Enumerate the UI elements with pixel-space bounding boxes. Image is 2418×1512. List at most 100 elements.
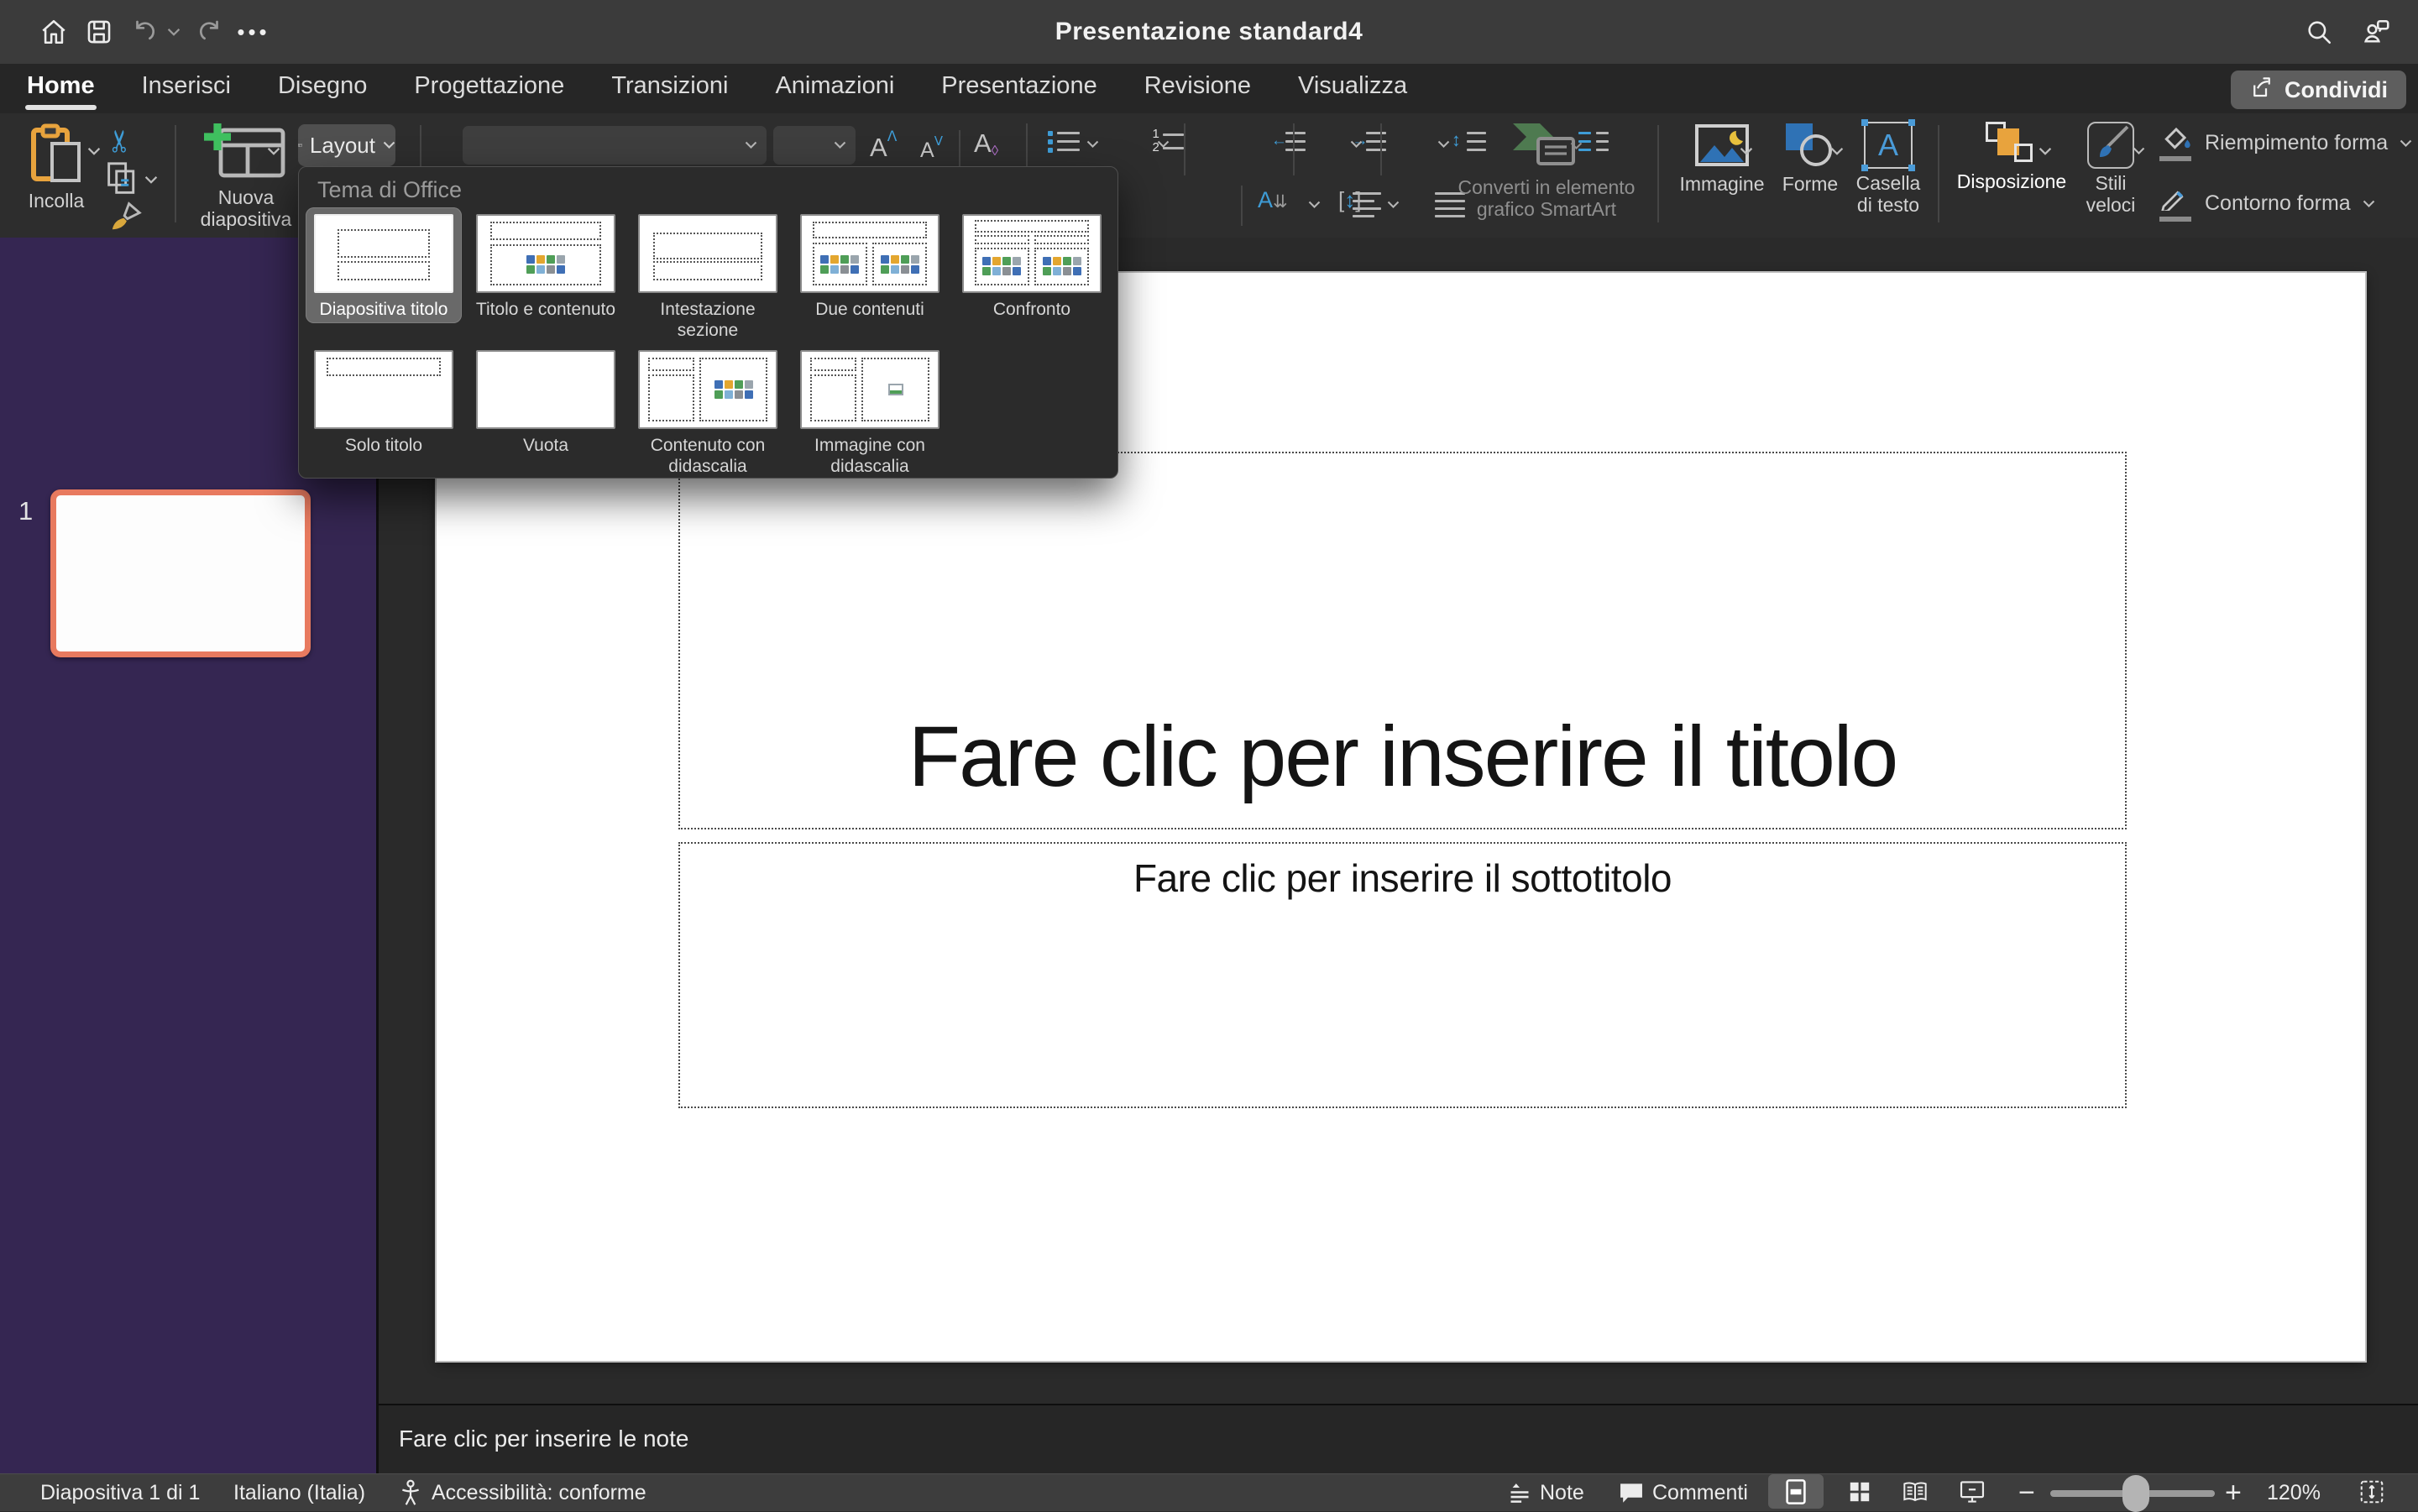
shape-fill-button[interactable]: Riempimento forma <box>2159 125 2413 161</box>
layout-item-title-only[interactable]: Solo titolo <box>306 343 462 459</box>
tab-animazioni[interactable]: Animazioni <box>773 65 896 112</box>
copy-chevron-icon[interactable] <box>144 175 158 184</box>
convert-smartart-label: Converti in elemento grafico SmartArt <box>1446 176 1647 220</box>
share-label: Condividi <box>2285 77 2388 103</box>
normal-view-button[interactable] <box>1768 1474 1824 1509</box>
decrease-indent-icon[interactable]: ← <box>1274 130 1306 155</box>
status-bar: Diapositiva 1 di 1 Italiano (Italia) Acc… <box>0 1473 2418 1511</box>
comments-toggle-label: Commenti <box>1652 1481 1748 1505</box>
align-text-vertical-icon[interactable]: [↕] <box>1338 187 1361 213</box>
share-icon <box>2249 75 2274 106</box>
layout-item-label: Immagine con didascalia <box>792 435 948 477</box>
shapes-label: Forme <box>1777 173 1844 195</box>
decrease-font-icon[interactable]: Aᐯ <box>920 133 943 163</box>
tab-visualizza[interactable]: Visualizza <box>1296 65 1409 112</box>
arrange-chevron-icon[interactable] <box>2039 147 2052 155</box>
layout-item-label: Titolo e contenuto <box>468 299 624 320</box>
tab-presentazione[interactable]: Presentazione <box>939 65 1098 112</box>
tab-disegno[interactable]: Disegno <box>276 65 369 112</box>
increase-font-icon[interactable]: Aᐱ <box>870 128 897 163</box>
new-slide-chevron-icon[interactable] <box>267 147 280 155</box>
layout-item-picture-caption[interactable]: Immagine con didascalia <box>792 343 948 480</box>
layout-thumbnail <box>800 214 939 293</box>
layout-item-label: Confronto <box>954 299 1110 320</box>
layout-item-content-caption[interactable]: Contenuto con didascalia <box>630 343 786 480</box>
notes-placeholder: Fare clic per inserire le note <box>399 1426 688 1452</box>
layout-item-label: Intestazione sezione <box>630 299 786 341</box>
layout-item-title-content[interactable]: Titolo e contenuto <box>468 207 624 323</box>
comments-toggle[interactable]: Commenti <box>1619 1474 1748 1512</box>
picture-chevron-icon[interactable] <box>1740 147 1753 155</box>
zoom-out-button[interactable]: − <box>2018 1474 2035 1512</box>
tab-inserisci[interactable]: Inserisci <box>140 65 233 112</box>
font-size-select[interactable] <box>773 126 856 165</box>
tab-home[interactable]: Home <box>25 65 97 112</box>
layout-thumbnail <box>638 350 777 429</box>
slideshow-button[interactable] <box>1944 1474 2000 1509</box>
line-spacing-chevron-icon[interactable] <box>1350 140 1363 149</box>
layout-item-label: Diapositiva titolo <box>306 299 462 320</box>
tab-revisione[interactable]: Revisione <box>1143 65 1253 112</box>
layout-button[interactable]: Layout <box>298 124 395 166</box>
presence-feedback-icon[interactable] <box>2361 17 2391 47</box>
accessibility-status[interactable]: Accessibilità: conforme <box>398 1474 646 1512</box>
share-button[interactable]: Condividi <box>2231 71 2406 109</box>
quick-styles-label: Stili veloci <box>2075 172 2146 216</box>
layout-thumbnail <box>314 350 453 429</box>
layout-item-blank[interactable]: Vuota <box>468 343 624 459</box>
slide-sorter-view-button[interactable] <box>1832 1474 1887 1509</box>
quick-styles-button[interactable]: Stili veloci <box>2075 122 2146 216</box>
shape-outline-label: Contorno forma <box>2205 191 2351 216</box>
text-direction-chevron-icon[interactable] <box>1308 201 1322 209</box>
layout-item-section[interactable]: Intestazione sezione <box>630 207 786 344</box>
tab-progettazione[interactable]: Progettazione <box>412 65 566 112</box>
zoom-slider-knob[interactable] <box>2122 1475 2149 1512</box>
align-text-chevron-icon[interactable] <box>1387 201 1400 209</box>
layout-item-title[interactable]: Diapositiva titolo <box>306 207 462 323</box>
new-slide-button[interactable]: Nuova diapositiva <box>191 122 301 230</box>
clear-formatting-icon[interactable]: A◊ <box>974 128 998 160</box>
copy-icon[interactable] <box>106 160 139 201</box>
notes-pane[interactable]: Fare clic per inserire le note <box>379 1404 2418 1473</box>
subtitle-placeholder[interactable]: Fare clic per inserire il sottotitolo <box>678 842 2127 1108</box>
accessibility-icon <box>398 1479 423 1508</box>
fit-to-window-button[interactable] <box>2344 1474 2400 1509</box>
paste-button[interactable]: Incolla <box>20 123 92 212</box>
quick-styles-chevron-icon[interactable] <box>2133 147 2146 155</box>
shapes-button[interactable]: Forme <box>1777 122 1844 195</box>
bullets-chevron-icon[interactable] <box>1086 140 1100 149</box>
language-selector[interactable]: Italiano (Italia) <box>233 1474 365 1512</box>
cut-icon[interactable]: ✂ <box>102 128 138 154</box>
arrange-button[interactable]: Disposizione <box>1953 122 2070 192</box>
shapes-chevron-icon[interactable] <box>1830 147 1844 155</box>
slide-thumbnail-1[interactable] <box>50 489 311 657</box>
zoom-in-button[interactable]: + <box>2225 1474 2242 1512</box>
title-placeholder[interactable]: Fare clic per inserire il titolo <box>678 452 2127 829</box>
zoom-slider[interactable] <box>2050 1474 2215 1512</box>
paste-label: Incolla <box>20 190 92 212</box>
layout-thumbnail <box>476 214 615 293</box>
layout-item-two-content[interactable]: Due contenuti <box>792 207 948 323</box>
tab-transizioni[interactable]: Transizioni <box>610 65 730 112</box>
layout-item-comparison[interactable]: Confronto <box>954 207 1110 323</box>
subtitle-placeholder-text: Fare clic per inserire il sottotitolo <box>1133 855 1672 901</box>
reading-view-button[interactable] <box>1887 1474 1943 1509</box>
notes-toggle[interactable]: Note <box>1508 1474 1584 1512</box>
picture-button[interactable]: Immagine <box>1676 122 1768 195</box>
bullets-icon[interactable] <box>1048 130 1080 155</box>
paste-chevron-icon[interactable] <box>87 147 101 155</box>
layout-thumbnail <box>962 214 1102 293</box>
accessibility-label: Accessibilità: conforme <box>432 1481 646 1505</box>
shape-outline-button[interactable]: Contorno forma <box>2159 186 2376 222</box>
search-icon[interactable] <box>2304 17 2334 47</box>
convert-smartart-button[interactable]: Converti in elemento grafico SmartArt <box>1446 120 1647 220</box>
zoom-level[interactable]: 120% <box>2267 1474 2321 1512</box>
layout-item-label: Solo titolo <box>306 435 462 456</box>
layout-thumbnail <box>638 214 777 293</box>
text-box-button[interactable]: A Casella di testo <box>1852 122 1924 216</box>
smartart-chevron-icon[interactable] <box>1570 142 1583 150</box>
font-name-select[interactable] <box>463 126 767 165</box>
format-painter-icon[interactable] <box>107 201 144 235</box>
text-direction-icon[interactable]: A⇊ <box>1258 187 1288 213</box>
numbering-chevron-icon[interactable] <box>1157 140 1170 149</box>
